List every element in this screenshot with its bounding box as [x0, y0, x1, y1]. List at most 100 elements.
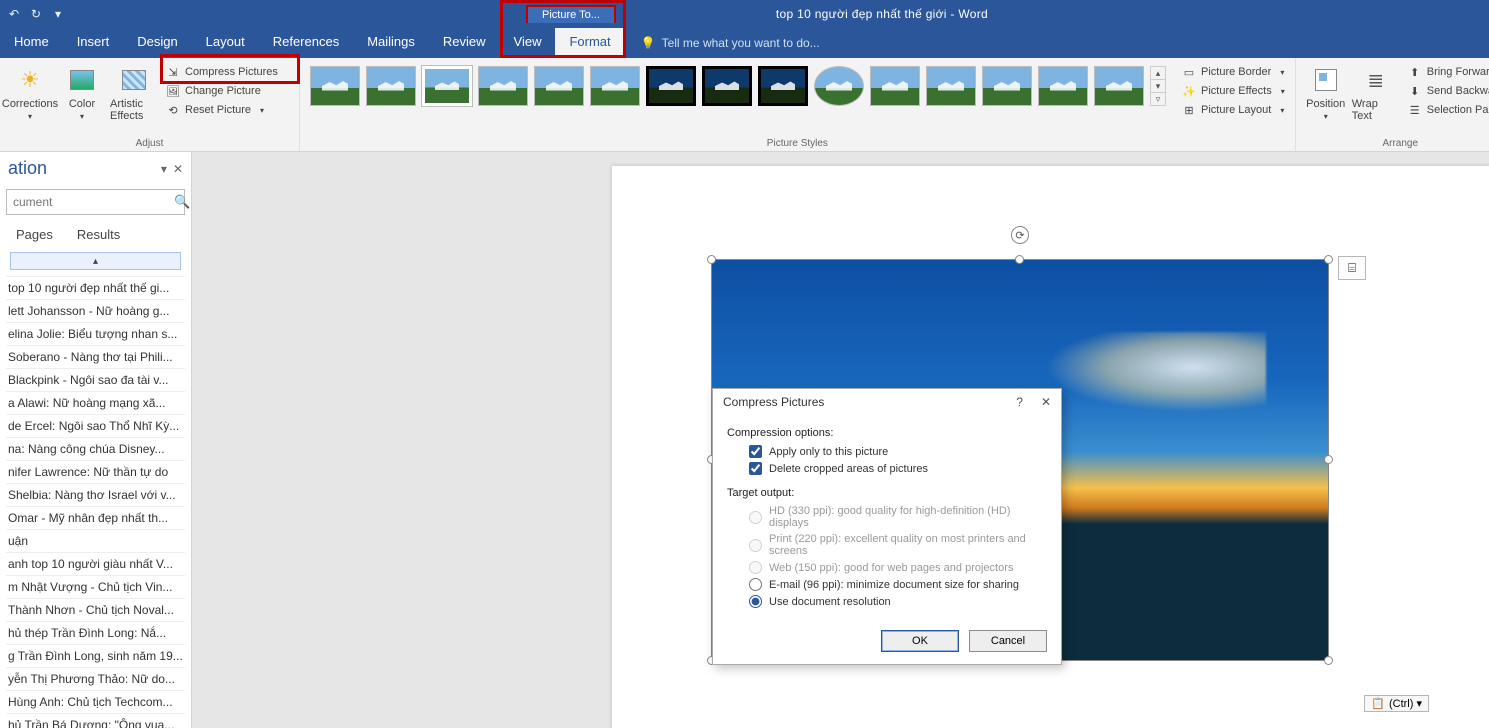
position-label: Position	[1306, 98, 1345, 110]
compress-label: Compress Pictures	[185, 66, 278, 78]
tab-references[interactable]: References	[259, 28, 353, 58]
gallery-more-icon[interactable]: ▿	[1151, 93, 1165, 105]
close-icon[interactable]: ✕	[173, 162, 183, 176]
reset-icon: ⟲	[166, 103, 180, 117]
tab-review[interactable]: Review	[429, 28, 500, 58]
corrections-button[interactable]: ☀ Corrections ▾	[6, 60, 54, 121]
apply-only-checkbox[interactable]: Apply only to this picture	[727, 443, 1047, 460]
tab-layout[interactable]: Layout	[192, 28, 259, 58]
nav-item[interactable]: anh top 10 người giàu nhất V...	[6, 552, 185, 575]
nav-item[interactable]: lett Johansson - Nữ hoàng g...	[6, 299, 185, 322]
nav-tab-pages[interactable]: Pages	[16, 227, 53, 242]
tab-view[interactable]: View	[500, 28, 556, 58]
tab-home[interactable]: Home	[0, 28, 63, 58]
nav-item[interactable]: Omar - Mỹ nhân đẹp nhất th...	[6, 506, 185, 529]
wrap-text-button[interactable]: ≣ Wrap Text	[1352, 60, 1400, 122]
color-button[interactable]: Color ▾	[58, 60, 106, 121]
position-button[interactable]: Position ▾	[1302, 60, 1350, 122]
nav-collapse-icon[interactable]: ▴	[10, 252, 181, 270]
delete-cropped-checkbox[interactable]: Delete cropped areas of pictures	[727, 460, 1047, 477]
nav-item[interactable]: nifer Lawrence: Nữ thần tự do	[6, 460, 185, 483]
tab-format[interactable]: Format	[555, 28, 624, 58]
help-icon[interactable]: ?	[1016, 395, 1023, 409]
tab-design[interactable]: Design	[123, 28, 191, 58]
picture-layout-button[interactable]: ⊞Picture Layout▾	[1178, 102, 1289, 118]
style-thumb[interactable]	[982, 66, 1032, 106]
qat-more-icon[interactable]: ▾	[50, 6, 66, 22]
email-input[interactable]	[749, 578, 762, 591]
nav-item[interactable]: m Nhật Vượng - Chủ tịch Vin...	[6, 575, 185, 598]
style-thumb[interactable]	[1038, 66, 1088, 106]
tab-insert[interactable]: Insert	[63, 28, 124, 58]
nav-item[interactable]: Thành Nhơn - Chủ tịch Noval...	[6, 598, 185, 621]
nav-item[interactable]: Blackpink - Ngôi sao đa tài v...	[6, 368, 185, 391]
resize-handle[interactable]	[1324, 656, 1333, 665]
usedoc-radio[interactable]: Use document resolution	[727, 593, 1047, 610]
wrap-icon: ≣	[1367, 68, 1384, 93]
picture-layout-label: Picture Layout	[1201, 104, 1271, 116]
artistic-effects-button[interactable]: Artistic Effects	[110, 60, 158, 122]
tab-mailings[interactable]: Mailings	[353, 28, 429, 58]
email-radio[interactable]: E-mail (96 ppi): minimize document size …	[727, 576, 1047, 593]
nav-item[interactable]: hủ thép Trần Đình Long: Nắ...	[6, 621, 185, 644]
nav-dropdown-icon[interactable]: ▾	[161, 162, 167, 176]
selection-pane-button[interactable]: ☰Selection Pane	[1404, 102, 1489, 118]
style-thumb[interactable]	[422, 66, 472, 106]
cancel-button[interactable]: Cancel	[969, 630, 1047, 652]
style-thumb[interactable]	[1094, 66, 1144, 106]
style-thumb[interactable]	[310, 66, 360, 106]
undo-icon[interactable]: ↶	[6, 6, 22, 22]
nav-item[interactable]: g Trần Đình Long, sinh năm 19...	[6, 644, 185, 667]
nav-item[interactable]: hủ Trần Bá Dương: "Ông vua...	[6, 713, 185, 728]
style-thumb[interactable]	[590, 66, 640, 106]
nav-item[interactable]: Hùng Anh: Chủ tịch Techcom...	[6, 690, 185, 713]
style-thumb[interactable]	[814, 66, 864, 106]
nav-item[interactable]: elina Jolie: Biểu tượng nhan s...	[6, 322, 185, 345]
nav-item[interactable]: na: Nàng công chúa Disney...	[6, 437, 185, 460]
delete-cropped-input[interactable]	[749, 462, 762, 475]
paste-options-badge[interactable]: 📋 (Ctrl) ▾	[1364, 695, 1429, 712]
style-thumb[interactable]	[758, 66, 808, 106]
usedoc-input[interactable]	[749, 595, 762, 608]
style-thumb[interactable]	[646, 66, 696, 106]
nav-item[interactable]: Soberano - Nàng thơ tại Phili...	[6, 345, 185, 368]
redo-icon[interactable]: ↻	[28, 6, 44, 22]
scroll-down-icon[interactable]: ▾	[1151, 80, 1165, 93]
change-picture-button[interactable]: 🖼 Change Picture	[162, 83, 282, 99]
resize-handle[interactable]	[1015, 255, 1024, 264]
dropdown-icon: ▾	[260, 106, 264, 115]
bring-forward-button[interactable]: ⬆Bring Forward▾	[1404, 64, 1489, 80]
gallery-scroll[interactable]: ▴▾▿	[1150, 66, 1166, 106]
style-thumb[interactable]	[926, 66, 976, 106]
navigation-search[interactable]: 🔍 ▾	[6, 189, 185, 215]
layout-options-button[interactable]: ⌸	[1338, 256, 1366, 280]
scroll-up-icon[interactable]: ▴	[1151, 67, 1165, 80]
search-input[interactable]	[13, 195, 168, 209]
compress-pictures-button[interactable]: ⇲ Compress Pictures	[162, 64, 282, 80]
rotate-handle[interactable]: ⟳	[1011, 226, 1029, 244]
style-thumb[interactable]	[534, 66, 584, 106]
nav-item[interactable]: a Alawi: Nữ hoàng mạng xã...	[6, 391, 185, 414]
resize-handle[interactable]	[1324, 255, 1333, 264]
resize-handle[interactable]	[707, 255, 716, 264]
nav-tab-results[interactable]: Results	[77, 227, 120, 242]
ok-button[interactable]: OK	[881, 630, 959, 652]
apply-only-input[interactable]	[749, 445, 762, 458]
nav-item[interactable]: uận	[6, 529, 185, 552]
picture-border-button[interactable]: ▭Picture Border▾	[1178, 64, 1289, 80]
close-icon[interactable]: ✕	[1041, 395, 1051, 409]
tell-me[interactable]: 💡 Tell me what you want to do...	[641, 28, 820, 58]
picture-effects-button[interactable]: ✨Picture Effects▾	[1178, 83, 1289, 99]
style-thumb[interactable]	[870, 66, 920, 106]
resize-handle[interactable]	[1324, 455, 1333, 464]
nav-item[interactable]: yễn Thị Phương Thảo: Nữ do...	[6, 667, 185, 690]
nav-item[interactable]: de Ercel: Ngôi sao Thổ Nhĩ Kỳ...	[6, 414, 185, 437]
send-backward-button[interactable]: ⬇Send Backward▾	[1404, 83, 1489, 99]
style-thumb[interactable]	[702, 66, 752, 106]
search-icon[interactable]: 🔍	[174, 194, 190, 210]
nav-item[interactable]: top 10 người đẹp nhất thế gi...	[6, 276, 185, 299]
reset-picture-button[interactable]: ⟲ Reset Picture ▾	[162, 102, 282, 118]
nav-item[interactable]: Shelbia: Nàng thơ Israel với v...	[6, 483, 185, 506]
style-thumb[interactable]	[366, 66, 416, 106]
style-thumb[interactable]	[478, 66, 528, 106]
